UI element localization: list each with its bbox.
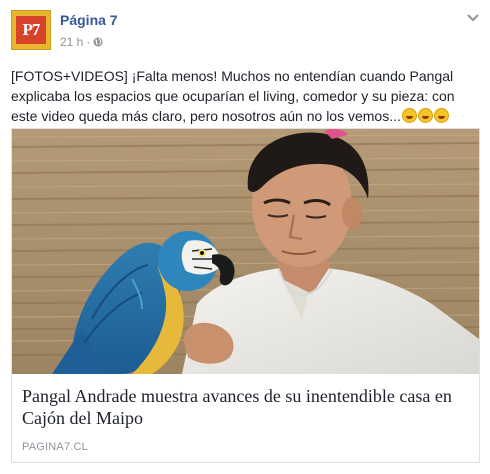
laughing-emoji-icon xyxy=(417,108,433,123)
link-source-domain: PAGINA7.CL xyxy=(22,441,88,453)
laughing-emoji-icon xyxy=(433,108,449,123)
man-with-parrot-photo xyxy=(12,129,479,374)
facebook-post: P7 Página 7 21 h · [FOTOS+VIDEOS] ¡Falta … xyxy=(0,0,490,474)
page-avatar[interactable]: P7 xyxy=(11,10,51,50)
link-preview-image[interactable] xyxy=(12,129,479,374)
page-name-link[interactable]: Página 7 xyxy=(60,12,118,28)
avatar-logo-text: P7 xyxy=(16,16,46,44)
chevron-down-icon[interactable] xyxy=(466,13,480,23)
post-timestamp[interactable]: 21 h xyxy=(60,35,83,49)
link-title[interactable]: Pangal Andrade muestra avances de su ine… xyxy=(22,385,462,429)
globe-icon[interactable] xyxy=(93,37,103,47)
post-meta: 21 h · xyxy=(60,34,103,49)
laughing-emoji-icon xyxy=(401,108,417,123)
post-message-text: [FOTOS+VIDEOS] ¡Falta menos! Muchos no e… xyxy=(11,68,455,124)
post-message: [FOTOS+VIDEOS] ¡Falta menos! Muchos no e… xyxy=(11,66,481,126)
link-preview-card[interactable]: Pangal Andrade muestra avances de su ine… xyxy=(11,128,480,463)
meta-separator: · xyxy=(86,34,91,49)
